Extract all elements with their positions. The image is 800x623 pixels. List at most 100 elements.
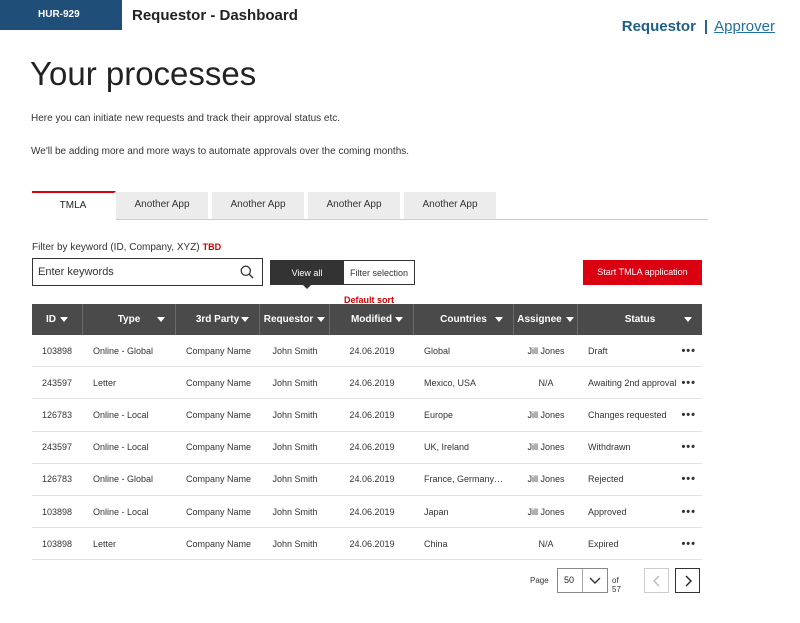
cell-type: Online - Local [93,442,149,453]
search-icon[interactable] [240,265,254,279]
row-menu-icon[interactable]: ••• [681,377,696,389]
col-header-label: Assignee [517,314,562,325]
chevron-left-icon [653,575,660,587]
sort-arrow-icon [684,317,692,322]
table-row[interactable]: 103898 Letter Company Name John Smith 24… [32,528,702,561]
row-menu-icon[interactable]: ••• [681,538,696,550]
status-text: Awaiting 2nd approval [588,377,677,388]
status-text: Changes requested [588,409,667,420]
sort-arrow-icon [495,317,503,322]
cell-status: Draft ••• [578,335,702,366]
sort-arrow-icon [565,317,574,322]
search-input[interactable] [33,259,223,285]
cell-requestor: John Smith [272,474,318,485]
col-header-status[interactable]: Status [578,304,702,335]
cell-countries: France, Germany… [424,474,504,485]
cell-modified: 24.06.2019 [349,377,395,388]
page-size-select[interactable]: 50 [557,568,608,593]
cell-modified: 24.06.2019 [349,345,395,356]
cell-3rd-party: Company Name [186,409,252,420]
tab-another-app-1[interactable]: Another App [116,192,210,219]
cell-countries: Japan [424,506,449,517]
cell-modified: 24.06.2019 [349,474,395,485]
cell-id: 126783 [42,409,73,420]
cell-status: Approved ••• [578,496,702,527]
row-menu-icon[interactable]: ••• [681,345,696,357]
sort-arrow-icon [395,317,403,322]
cell-requestor: John Smith [272,538,318,549]
row-menu-icon[interactable]: ••• [681,409,696,421]
col-header-label: 3rd Party [195,314,240,325]
table-row[interactable]: 126783 Online - Local Company Name John … [32,399,702,432]
table-row[interactable]: 243597 Online - Local Company Name John … [32,432,702,464]
cell-status: Expired ••• [578,528,702,559]
cell-assignee: Jill Jones [527,345,565,356]
cell-type: Online - Local [93,409,149,420]
active-caret-icon [302,284,312,289]
cell-status: Rejected ••• [578,464,702,495]
col-header-3rd-party[interactable]: 3rd Party [176,304,260,335]
col-header-label: Countries [440,314,487,325]
cell-type: Letter [93,377,117,388]
col-header-assignee[interactable]: Assignee [514,304,578,335]
tab-another-app-4[interactable]: Another App [404,192,498,219]
cell-id: 103898 [42,506,73,517]
col-header-label: Requestor [263,314,314,325]
sort-arrow-icon [60,317,68,322]
cell-assignee: N/A [538,377,554,388]
intro-text-1: Here you can initiate new requests and t… [31,113,341,124]
cell-countries: Global [424,345,451,356]
table-row[interactable]: 103898 Online - Global Company Name John… [32,335,702,368]
view-all-button[interactable]: View all [270,260,344,285]
status-text: Draft [588,345,608,356]
start-tmla-application-button[interactable]: Start TMLA application [583,260,702,285]
col-header-label: Modified [350,314,393,325]
cell-status: Awaiting 2nd approval ••• [578,367,702,398]
cell-id: 243597 [42,442,73,453]
table-header: ID Type 3rd Party Requestor Modified Cou… [32,304,702,335]
cell-requestor: John Smith [272,442,318,453]
cell-modified: 24.06.2019 [349,409,395,420]
col-header-id[interactable]: ID [32,304,83,335]
cell-id: 103898 [42,538,73,549]
sort-arrow-icon [157,317,165,322]
row-menu-icon[interactable]: ••• [681,473,696,485]
table-row[interactable]: 243597 Letter Company Name John Smith 24… [32,367,702,400]
cell-modified: 24.06.2019 [349,538,395,549]
role-nav: Requestor | Approver [622,18,775,35]
cell-countries: Mexico, USA [424,377,477,388]
tbd-note: TBD [202,242,222,252]
table-row[interactable]: 126783 Online - Global Company Name John… [32,464,702,496]
role-approver-link[interactable]: Approver [714,18,775,35]
cell-type: Letter [93,538,117,549]
page-title: Your processes [30,55,257,92]
role-separator: | [703,18,709,35]
col-header-label: ID [46,314,56,325]
page-size-value: 50 [564,575,575,585]
role-requestor[interactable]: Requestor [622,18,696,35]
tab-another-app-2[interactable]: Another App [212,192,306,219]
col-header-modified[interactable]: Modified [330,304,414,335]
tab-tmla[interactable]: TMLA [32,191,116,220]
cell-id: 103898 [42,345,73,356]
col-header-label: Status [624,314,656,325]
processes-table: ID Type 3rd Party Requestor Modified Cou… [32,304,702,561]
cell-modified: 24.06.2019 [349,442,395,453]
col-header-requestor[interactable]: Requestor [260,304,330,335]
cell-requestor: John Smith [272,377,318,388]
col-header-type[interactable]: Type [83,304,176,335]
row-menu-icon[interactable]: ••• [681,441,696,453]
filter-selection-button[interactable]: Filter selection [343,260,415,285]
cell-3rd-party: Company Name [186,506,252,517]
cell-assignee: Jill Jones [527,474,565,485]
previous-page-button[interactable] [644,568,669,593]
table-row[interactable]: 103898 Online - Local Company Name John … [32,496,702,529]
col-header-countries[interactable]: Countries [414,304,514,335]
tab-another-app-3[interactable]: Another App [308,192,402,219]
row-menu-icon[interactable]: ••• [681,506,696,518]
cell-assignee: Jill Jones [527,409,565,420]
table-body: 103898 Online - Global Company Name John… [32,335,702,561]
chevron-down-icon [589,577,601,584]
next-page-button[interactable] [675,568,700,593]
app-tabs: TMLA Another App Another App Another App… [32,191,708,220]
